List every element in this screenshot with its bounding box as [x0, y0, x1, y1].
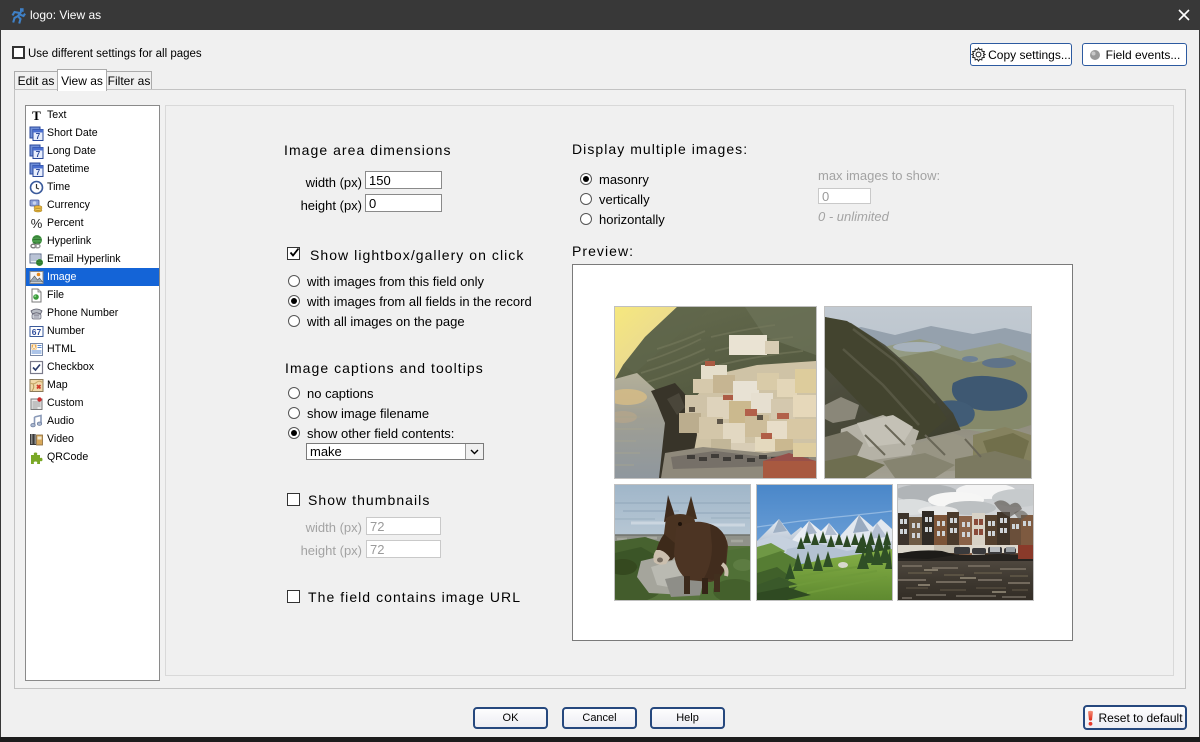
svg-text:7: 7	[36, 150, 41, 159]
svg-text:%: %	[31, 216, 43, 231]
svg-text:7: 7	[36, 168, 41, 177]
svg-text:T: T	[32, 108, 41, 123]
svg-text:67: 67	[32, 326, 42, 336]
svg-text:7: 7	[36, 132, 41, 141]
svg-text:A: A	[32, 345, 36, 351]
